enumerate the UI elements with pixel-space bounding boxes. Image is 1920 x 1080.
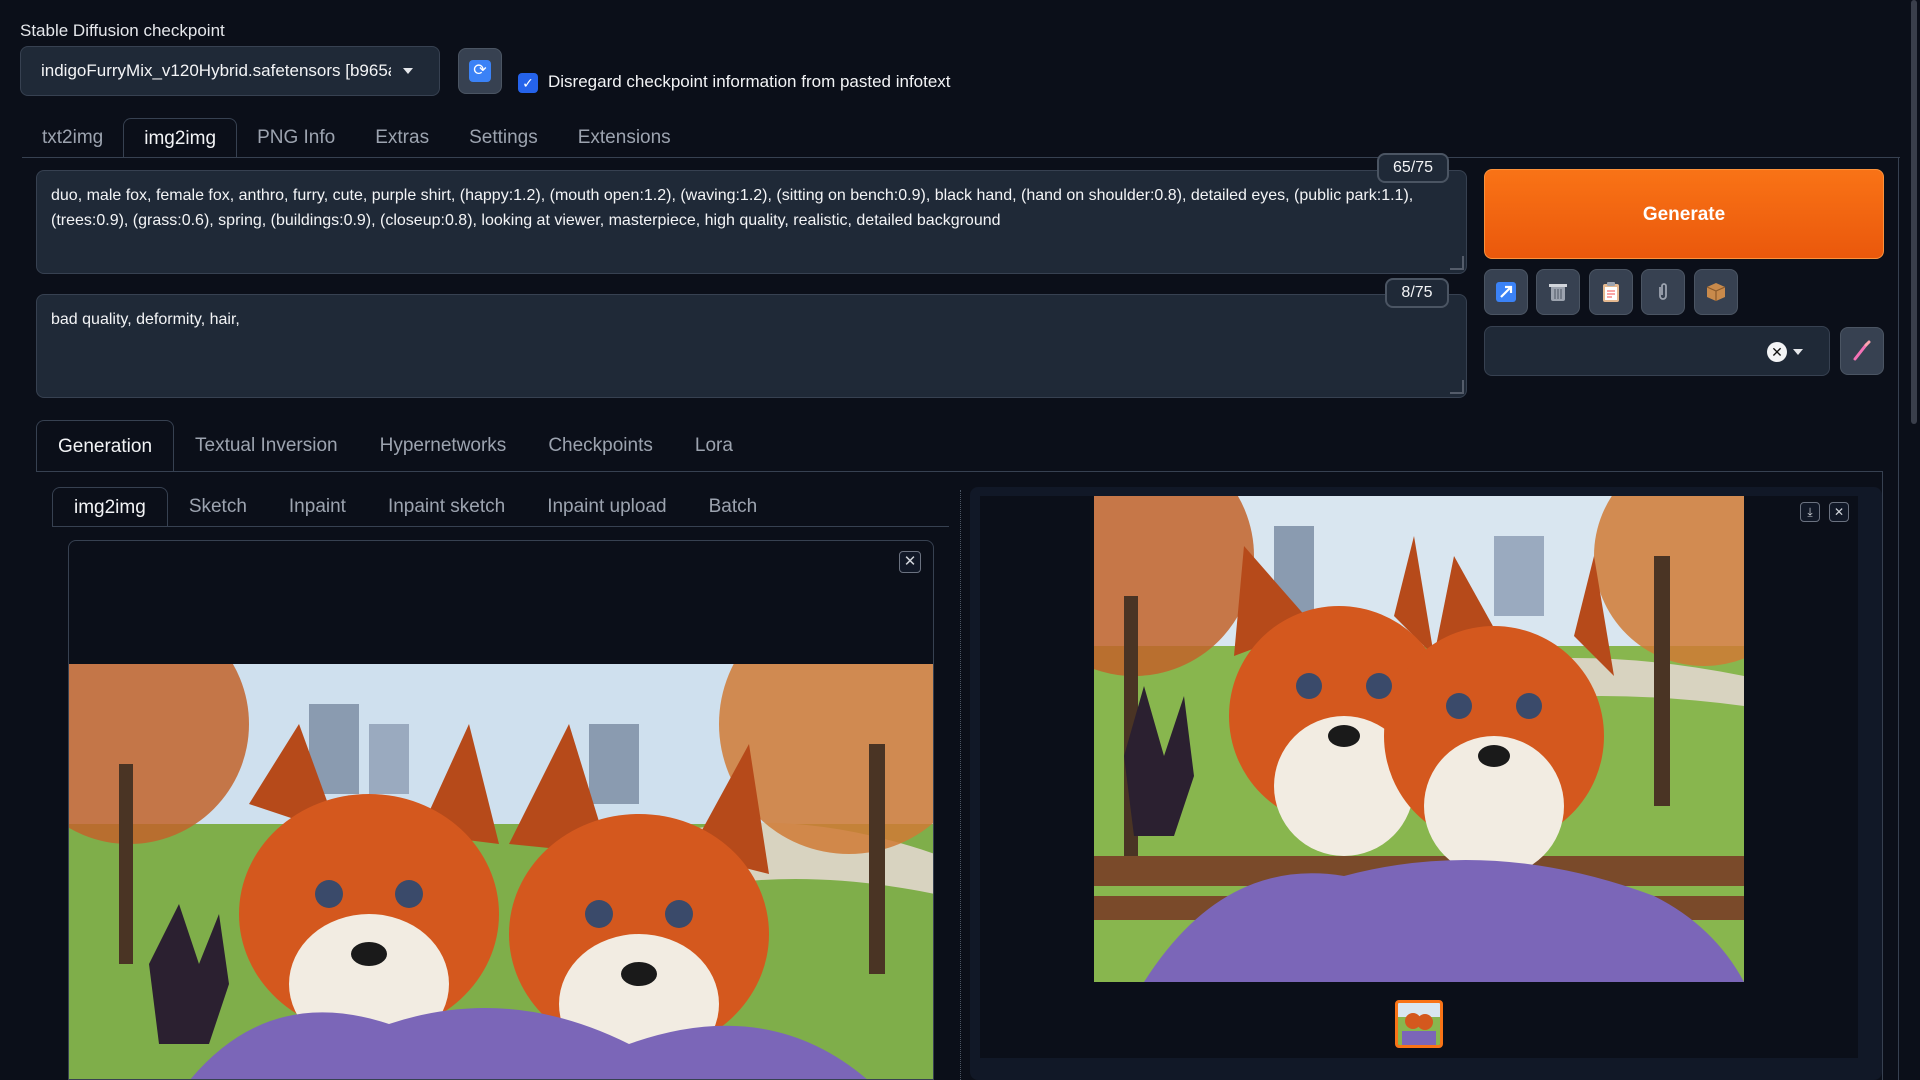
tab-checkpoints[interactable]: Checkpoints [527, 420, 674, 472]
tab-lora[interactable]: Lora [674, 420, 754, 472]
checkpoint-label: Stable Diffusion checkpoint [20, 21, 225, 40]
download-icon[interactable]: ⤓ [1800, 502, 1820, 522]
apply-style-button[interactable] [1589, 269, 1633, 315]
chevron-down-icon [1793, 349, 1803, 355]
tabs-divider [22, 157, 1900, 158]
disregard-label: Disregard checkpoint information from pa… [548, 72, 951, 91]
tab-img2img[interactable]: img2img [123, 118, 238, 158]
img2img-mode-tabs: img2img Sketch Inpaint Inpaint sketch In… [52, 487, 778, 527]
generate-button[interactable]: Generate [1484, 169, 1884, 259]
thumbnail-image [1398, 1003, 1440, 1045]
main-tabs: txt2img img2img PNG Info Extras Settings… [22, 118, 691, 158]
generation-divider [36, 471, 1882, 472]
input-image [69, 664, 933, 1079]
generation-panel-border [1882, 471, 1883, 1080]
generation-tabs: Generation Textual Inversion Hypernetwor… [36, 420, 754, 472]
refresh-icon: ⟳ [469, 60, 491, 82]
close-icon[interactable]: ✕ [1767, 342, 1787, 362]
tab-generation[interactable]: Generation [36, 420, 175, 472]
tab-extensions[interactable]: Extensions [558, 118, 691, 158]
tab-txt2img[interactable]: txt2img [22, 118, 123, 158]
img2img-tabs-divider [52, 526, 949, 527]
tab-hypernetworks[interactable]: Hypernetworks [359, 420, 528, 472]
disregard-checkbox[interactable]: ✓ [518, 73, 538, 93]
tab-inpaint[interactable]: Inpaint [268, 487, 367, 527]
checkpoint-value: indigoFurryMix_v120Hybrid.safetensors [b… [41, 61, 391, 80]
clipboard-icon [1603, 282, 1619, 302]
resize-handle-icon[interactable] [1450, 380, 1464, 394]
save-style-button[interactable] [1694, 269, 1738, 315]
edit-styles-button[interactable] [1840, 327, 1884, 375]
tab-sketch[interactable]: Sketch [168, 487, 268, 527]
extra-networks-button[interactable] [1641, 269, 1685, 315]
column-divider [960, 490, 961, 1080]
package-icon [1706, 283, 1726, 301]
refresh-checkpoint-button[interactable]: ⟳ [458, 48, 502, 94]
tab-extras[interactable]: Extras [355, 118, 449, 158]
tab-batch[interactable]: Batch [688, 487, 779, 527]
scrollbar-thumb[interactable] [1911, 0, 1917, 424]
tab-img2img-mode[interactable]: img2img [52, 487, 168, 527]
resize-handle-icon[interactable] [1450, 256, 1464, 270]
styles-dropdown[interactable]: ✕ [1484, 326, 1830, 376]
close-icon[interactable]: ✕ [1829, 502, 1849, 522]
tab-settings[interactable]: Settings [449, 118, 558, 158]
trash-icon [1549, 284, 1567, 301]
tab-textual-inversion[interactable]: Textual Inversion [174, 420, 359, 472]
checkpoint-dropdown[interactable]: indigoFurryMix_v120Hybrid.safetensors [b… [20, 46, 440, 96]
paperclip-icon [1659, 283, 1667, 300]
read-params-button[interactable] [1484, 269, 1528, 315]
positive-token-counter: 65/75 [1377, 153, 1449, 183]
close-icon[interactable]: ✕ [899, 551, 921, 573]
panel-border [1898, 157, 1899, 1080]
tab-inpaint-upload[interactable]: Inpaint upload [526, 487, 687, 527]
negative-token-counter: 8/75 [1385, 278, 1449, 308]
arrow-icon [1496, 282, 1516, 302]
tab-png-info[interactable]: PNG Info [237, 118, 355, 158]
positive-prompt-input[interactable]: duo, male fox, female fox, anthro, furry… [36, 170, 1467, 274]
chevron-down-icon [403, 68, 413, 74]
tab-inpaint-sketch[interactable]: Inpaint sketch [367, 487, 526, 527]
clear-prompt-button[interactable] [1536, 269, 1580, 315]
gallery-thumbnail[interactable] [1395, 1000, 1443, 1048]
negative-prompt-input[interactable]: bad quality, deformity, hair, [36, 294, 1467, 398]
input-image-canvas[interactable]: ✕ [68, 540, 934, 1080]
output-image[interactable] [1094, 496, 1744, 982]
paintbrush-icon [1853, 340, 1871, 361]
